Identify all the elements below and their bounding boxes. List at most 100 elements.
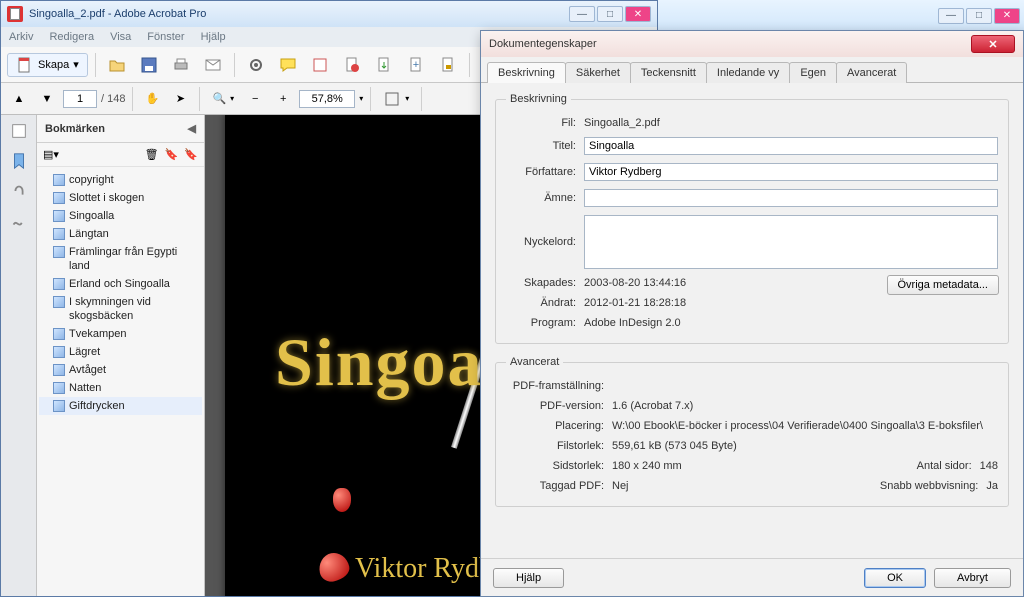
- bookmark-icon: [53, 278, 65, 290]
- minimize-button[interactable]: —: [569, 6, 595, 22]
- tab-teckensnitt[interactable]: Teckensnitt: [630, 62, 707, 83]
- printer-icon: [172, 56, 190, 74]
- bookmark-item[interactable]: Natten: [39, 379, 202, 397]
- magnifier-icon: 🔍: [212, 92, 226, 105]
- zoom-in-button[interactable]: +: [271, 87, 295, 111]
- input-titel[interactable]: [584, 137, 998, 155]
- document-icon: [16, 56, 34, 74]
- bookmark-item[interactable]: Främlingar från Egypti land: [39, 243, 202, 275]
- skapa-button[interactable]: Skapa ▾: [7, 53, 88, 77]
- bookmark-item[interactable]: copyright: [39, 171, 202, 189]
- save-button[interactable]: [135, 53, 163, 77]
- label-andrat: Ändrat:: [506, 297, 584, 309]
- select-tool-button[interactable]: ➤: [168, 87, 192, 111]
- avbryt-button[interactable]: Avbryt: [934, 568, 1011, 588]
- tab-inledande-vy[interactable]: Inledande vy: [706, 62, 790, 83]
- delete-bookmark-icon[interactable]: 🗑: [145, 148, 159, 161]
- bookmark-options-icon[interactable]: ▤▾: [43, 148, 59, 161]
- settings-button[interactable]: [242, 53, 270, 77]
- bookmarks-panel: Bokmärken ◀ ▤▾ 🗑 🔖 🔖 copyright Slottet i…: [37, 115, 205, 596]
- cover-blood-drop: [333, 488, 351, 512]
- page-down-button[interactable]: ▼: [35, 87, 59, 111]
- bookmark-item[interactable]: Slottet i skogen: [39, 189, 202, 207]
- toolbar-btn-1[interactable]: [306, 53, 334, 77]
- svg-text:+: +: [413, 59, 419, 71]
- cover-heart-shape: [316, 550, 351, 584]
- fieldset-beskrivning: Beskrivning Fil:Singoalla_2.pdf Titel: F…: [495, 93, 1009, 344]
- bookmark-item[interactable]: Singoalla: [39, 207, 202, 225]
- toolbar-btn-2[interactable]: [338, 53, 366, 77]
- new-bookmark-icon[interactable]: 🔖: [165, 148, 179, 161]
- bookmarks-tab-icon[interactable]: [9, 151, 29, 171]
- menu-visa[interactable]: Visa: [110, 31, 131, 43]
- arrow-down-icon: ▼: [42, 93, 53, 105]
- fit-button[interactable]: ▾: [378, 87, 414, 111]
- hand-icon: ✋: [146, 92, 160, 105]
- toolbar-btn-3[interactable]: [370, 53, 398, 77]
- acrobat-titlebar: Singoalla_2.pdf - Adobe Acrobat Pro — □ …: [1, 1, 657, 27]
- legend-avancerat: Avancerat: [506, 356, 563, 368]
- bookmark-item[interactable]: Tvekampen: [39, 325, 202, 343]
- bookmark-item[interactable]: Lägret: [39, 343, 202, 361]
- stamp-icon: [311, 56, 329, 74]
- input-forfattare[interactable]: [584, 163, 998, 181]
- bookmark-item[interactable]: Avtåget: [39, 361, 202, 379]
- bg-minimize-button[interactable]: —: [938, 8, 964, 24]
- maximize-button[interactable]: □: [597, 6, 623, 22]
- bookmark-icon: [53, 328, 65, 340]
- window-title: Singoalla_2.pdf - Adobe Acrobat Pro: [29, 8, 206, 20]
- legend-beskrivning: Beskrivning: [506, 93, 571, 105]
- dropdown-icon[interactable]: ▾: [359, 94, 363, 103]
- bookmark-icon: [53, 296, 65, 308]
- bookmark-item[interactable]: Giftdrycken: [39, 397, 202, 415]
- new-bookmark-from-structure-icon[interactable]: 🔖: [184, 148, 198, 161]
- page-number-input[interactable]: [63, 90, 97, 108]
- hjalp-button[interactable]: Hjälp: [493, 568, 564, 588]
- menu-arkiv[interactable]: Arkiv: [9, 31, 33, 43]
- input-amne[interactable]: [584, 189, 998, 207]
- menu-hjalp[interactable]: Hjälp: [201, 31, 226, 43]
- bg-maximize-button[interactable]: □: [966, 8, 992, 24]
- panel-collapse-icon[interactable]: ◀: [188, 122, 196, 135]
- zoom-marquee-button[interactable]: 🔍▾: [207, 87, 239, 111]
- speech-bubble-icon: [279, 56, 297, 74]
- tab-egen[interactable]: Egen: [789, 62, 837, 83]
- zoom-out-button[interactable]: −: [243, 87, 267, 111]
- value-placering: W:\00 Ebook\E-böcker i process\04 Verifi…: [612, 420, 983, 432]
- attachments-tab-icon[interactable]: [9, 181, 29, 201]
- comment-button[interactable]: [274, 53, 302, 77]
- ovriga-metadata-button[interactable]: Övriga metadata...: [887, 275, 1000, 295]
- bookmark-item[interactable]: Längtan: [39, 225, 202, 243]
- thumbnails-tab-icon[interactable]: [9, 121, 29, 141]
- email-button[interactable]: [199, 53, 227, 77]
- print-button[interactable]: [167, 53, 195, 77]
- gear-icon: [247, 56, 265, 74]
- label-nyckelord: Nyckelord:: [506, 236, 584, 248]
- value-sidstorlek: 180 x 240 mm: [612, 460, 682, 472]
- toolbar-btn-5[interactable]: [434, 53, 462, 77]
- signatures-tab-icon[interactable]: [9, 211, 29, 231]
- input-nyckelord[interactable]: [584, 215, 998, 269]
- menu-redigera[interactable]: Redigera: [49, 31, 94, 43]
- value-taggad: Nej: [612, 480, 629, 492]
- page-up-button[interactable]: ▲: [7, 87, 31, 111]
- bg-close-button[interactable]: ✕: [994, 8, 1020, 24]
- dialog-close-button[interactable]: ✕: [971, 35, 1015, 53]
- bookmark-item[interactable]: I skymningen vid skogsbäcken: [39, 293, 202, 325]
- doc-lock-icon: [439, 56, 457, 74]
- hand-tool-button[interactable]: ✋: [140, 87, 164, 111]
- bookmark-icon: [53, 382, 65, 394]
- ok-button[interactable]: OK: [864, 568, 926, 588]
- tab-avancerat[interactable]: Avancerat: [836, 62, 907, 83]
- tab-sakerhet[interactable]: Säkerhet: [565, 62, 631, 83]
- save-icon: [140, 56, 158, 74]
- open-button[interactable]: [103, 53, 131, 77]
- toolbar-btn-4[interactable]: +: [402, 53, 430, 77]
- value-andrat: 2012-01-21 18:28:18: [584, 297, 686, 309]
- bookmark-item[interactable]: Erland och Singoalla: [39, 275, 202, 293]
- close-button[interactable]: ✕: [625, 6, 651, 22]
- dialog-titlebar: Dokumentegenskaper ✕: [481, 31, 1023, 57]
- zoom-level-input[interactable]: [299, 90, 355, 108]
- menu-fonster[interactable]: Fönster: [147, 31, 184, 43]
- tab-beskrivning[interactable]: Beskrivning: [487, 62, 566, 83]
